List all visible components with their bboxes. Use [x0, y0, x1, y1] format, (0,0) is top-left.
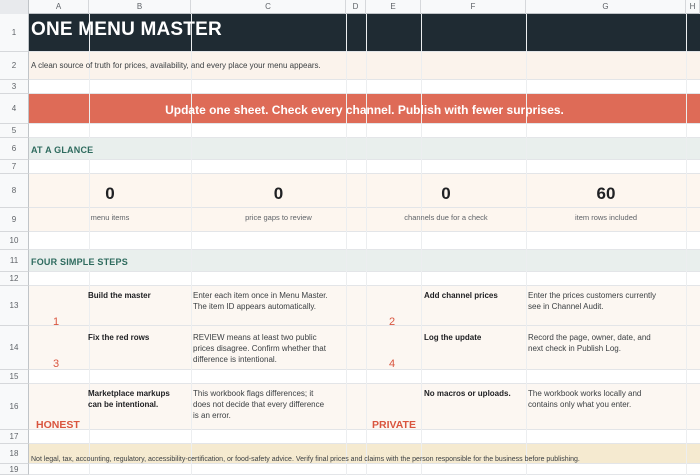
- row-5-band: [29, 124, 700, 138]
- row-header-4[interactable]: 4: [0, 94, 29, 124]
- gridline: [366, 14, 367, 475]
- column-header-g[interactable]: G: [526, 0, 686, 14]
- row-header-5[interactable]: 5: [0, 124, 29, 138]
- note-badge-honest: HONEST: [36, 419, 80, 431]
- step-desc-3-line-2[interactable]: prices disagree. Confirm whether that: [193, 343, 326, 354]
- step-desc-2-line-1[interactable]: Enter the prices customers currently: [528, 290, 656, 301]
- row-header-2[interactable]: 2: [0, 52, 29, 80]
- note-desc-honest-line-1[interactable]: This workbook flags differences; it: [193, 388, 313, 399]
- kpi-label: price gaps to review: [245, 213, 312, 222]
- step-desc-3-line-3[interactable]: difference is intentional.: [193, 354, 277, 365]
- step-number-3: 3: [53, 358, 60, 370]
- column-header-d[interactable]: D: [346, 0, 366, 14]
- row-header-18[interactable]: 18: [0, 444, 29, 464]
- note-title-private[interactable]: No macros or uploads.: [424, 388, 511, 399]
- gridline: [686, 14, 687, 475]
- row-11-band: [29, 250, 700, 272]
- note-desc-private-line-2[interactable]: contains only what you enter.: [528, 399, 631, 410]
- disclaimer[interactable]: Not legal, tax, accounting, regulatory, …: [31, 456, 580, 463]
- kpi-value: 0: [273, 184, 284, 203]
- step-desc-4-line-2[interactable]: next check in Publish Log.: [528, 343, 621, 354]
- row-15-band: [29, 370, 700, 384]
- column-header-b[interactable]: B: [89, 0, 191, 14]
- gridline: [421, 14, 422, 475]
- kpi-channels-due[interactable]: 0 channels due for a check: [366, 176, 526, 228]
- note-title-honest-line-1[interactable]: Marketplace markups: [88, 388, 170, 399]
- kpi-price-gaps[interactable]: 0 price gaps to review: [191, 176, 366, 228]
- gridline: [346, 14, 347, 475]
- row-header-11[interactable]: 11: [0, 250, 29, 272]
- row-7-band: [29, 160, 700, 174]
- row-17-band: [29, 430, 700, 444]
- row-header-16[interactable]: 16: [0, 384, 29, 430]
- row-3-band: [29, 80, 700, 94]
- select-all-corner[interactable]: [0, 0, 29, 14]
- kpi-value: 0: [105, 184, 115, 203]
- row-10-band: [29, 232, 700, 250]
- step-title-2[interactable]: Add channel prices: [424, 290, 498, 301]
- row-header-17[interactable]: 17: [0, 430, 29, 444]
- row-header-1[interactable]: 1: [0, 14, 29, 52]
- section-heading-at-a-glance[interactable]: AT A GLANCE: [31, 145, 93, 155]
- row-6-band: [29, 138, 700, 160]
- row-12-band: [29, 272, 700, 286]
- row-19-band: [29, 464, 700, 475]
- step-desc-4-line-1[interactable]: Record the page, owner, date, and: [528, 332, 651, 343]
- row-header-6[interactable]: 6: [0, 138, 29, 160]
- row-header-8[interactable]: 8: [0, 174, 29, 208]
- kpi-value: 0: [441, 184, 451, 203]
- column-header-a[interactable]: A: [29, 0, 89, 14]
- row-header-7[interactable]: 7: [0, 160, 29, 174]
- kpi-label: item rows included: [574, 213, 638, 222]
- step-desc-1-line-1[interactable]: Enter each item once in Menu Master.: [193, 290, 328, 301]
- note-title-honest-line-2[interactable]: can be intentional.: [88, 399, 158, 410]
- kpi-menu-items[interactable]: 0 menu items: [29, 176, 191, 228]
- row-header-9[interactable]: 9: [0, 208, 29, 232]
- kpi-value: 60: [596, 184, 616, 203]
- note-badge-private: PRIVATE: [372, 419, 416, 431]
- note-desc-honest-line-3[interactable]: is an error.: [193, 410, 231, 421]
- kpi-item-rows[interactable]: 60 item rows included: [526, 176, 686, 228]
- gridline: [191, 14, 192, 475]
- step-number-4: 4: [389, 358, 396, 370]
- row-header-13[interactable]: 13: [0, 286, 29, 326]
- step-title-1[interactable]: Build the master: [88, 290, 151, 301]
- column-header-e[interactable]: E: [366, 0, 421, 14]
- section-heading-four-steps[interactable]: FOUR SIMPLE STEPS: [31, 257, 128, 267]
- row-header-12[interactable]: 12: [0, 272, 29, 286]
- column-header-f[interactable]: F: [421, 0, 526, 14]
- column-header-c[interactable]: C: [191, 0, 346, 14]
- tagline[interactable]: A clean source of truth for prices, avai…: [31, 61, 321, 70]
- kpi-label: menu items: [90, 213, 130, 222]
- step-title-3[interactable]: Fix the red rows: [88, 332, 149, 343]
- step-number-2: 2: [389, 316, 396, 328]
- step-number-1: 1: [53, 316, 60, 328]
- row-header-10[interactable]: 10: [0, 232, 29, 250]
- column-header-h[interactable]: H: [686, 0, 700, 14]
- column-header-bar: A B C D E F G H: [0, 0, 700, 14]
- row-header-15[interactable]: 15: [0, 370, 29, 384]
- gridline: [526, 14, 527, 475]
- step-desc-2-line-2[interactable]: see in Channel Audit.: [528, 301, 604, 312]
- step-desc-1-line-2[interactable]: The item ID appears automatically.: [193, 301, 316, 312]
- row-header-3[interactable]: 3: [0, 80, 29, 94]
- step-title-4[interactable]: Log the update: [424, 332, 481, 343]
- row-header-19[interactable]: 19: [0, 464, 29, 475]
- page-title[interactable]: ONE MENU MASTER: [31, 19, 222, 41]
- step-desc-3-line-1[interactable]: REVIEW means at least two public: [193, 332, 317, 343]
- note-desc-private-line-1[interactable]: The workbook works locally and: [528, 388, 641, 399]
- banner-message[interactable]: Update one sheet. Check every channel. P…: [29, 96, 700, 124]
- row-header-14[interactable]: 14: [0, 326, 29, 370]
- note-desc-honest-line-2[interactable]: does not decide that every difference: [193, 399, 324, 410]
- kpi-label: channels due for a check: [404, 213, 488, 222]
